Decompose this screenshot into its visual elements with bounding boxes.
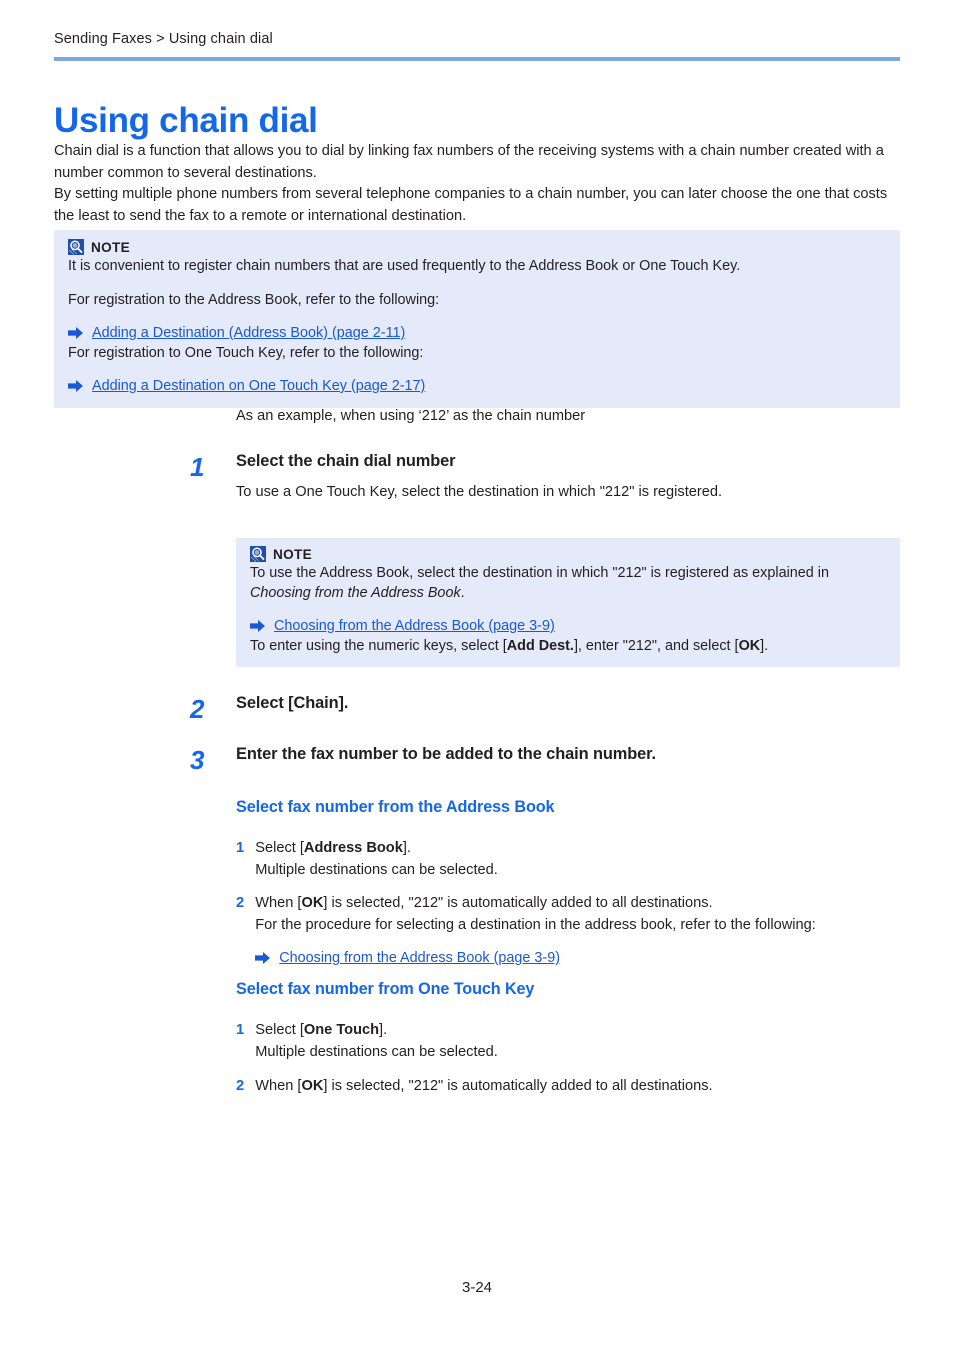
- ui-key-address-book: Address Book: [303, 840, 403, 856]
- step-1-number: 1: [190, 452, 205, 482]
- substep-one-touch-2: 2 When [OK] is selected, "212" is automa…: [236, 1076, 906, 1098]
- substep-one-touch-1: 1 Select [One Touch]. Multiple destinatio…: [236, 1020, 906, 1063]
- note2-key-ok: OK: [738, 638, 761, 654]
- substep-number: 2: [236, 1078, 245, 1094]
- xref-row-address-book[interactable]: Adding a Destination (Address Book) (pag…: [68, 323, 886, 343]
- page-number: 3-24: [461, 1279, 493, 1296]
- header-divider: [54, 57, 900, 61]
- note2-text-1-italic: Choosing from the Address Book: [250, 585, 461, 601]
- note-header: NOTE: [68, 239, 886, 255]
- step-1: 1 Select the chain dial number To use a …: [190, 452, 906, 503]
- xref-row-one-touch-key[interactable]: Adding a Destination on One Touch Key (p…: [68, 376, 886, 396]
- intro-line-1: Chain dial is a function that allows you…: [54, 143, 884, 181]
- note2-key-add-dest: Add Dest.: [506, 638, 574, 654]
- note2-text-2a: To enter using the numeric keys, select …: [250, 638, 507, 654]
- step-3: 3 Enter the fax number to be added to th…: [190, 745, 906, 775]
- note2-text-2: To enter using the numeric keys, select …: [250, 636, 886, 656]
- note-label: NOTE: [273, 546, 312, 562]
- substep-text-line2: Multiple destinations can be selected.: [255, 1043, 498, 1060]
- intro-paragraph: Chain dial is a function that allows you…: [54, 141, 906, 227]
- xref-link-choosing-address-book[interactable]: Choosing from the Address Book (page 3-9…: [274, 616, 555, 636]
- arrow-right-icon: [68, 327, 83, 339]
- breadcrumb: Sending Faxes > Using chain dial: [54, 31, 273, 47]
- substep-number: 1: [236, 840, 245, 856]
- step-1-title: Select the chain dial number: [236, 452, 456, 470]
- substep-number: 2: [236, 895, 245, 911]
- note2-text-2b: ], enter "212", and select [: [573, 638, 739, 654]
- substep-text-a: When [: [255, 1078, 302, 1094]
- arrow-right-icon: [250, 620, 265, 632]
- note-text-2: For registration to the Address Book, re…: [68, 292, 440, 308]
- substep-text-a: When [: [255, 895, 302, 911]
- step-2: 2 Select [Chain].: [190, 694, 906, 724]
- substep-text: When [OK] is selected, "212" is automati…: [255, 1076, 712, 1098]
- step-2-number: 2: [190, 694, 205, 724]
- substep-text-b: ] is selected, "212" is automatically ad…: [323, 895, 713, 911]
- substep-text-b: ] is selected, "212" is automatically ad…: [323, 1078, 713, 1094]
- note2-text-1b: .: [460, 585, 465, 601]
- intro-line-2: By setting multiple phone numbers from s…: [54, 186, 888, 224]
- subheading-one-touch-key: Select fax number from One Touch Key: [236, 980, 535, 998]
- note-label: NOTE: [91, 239, 130, 255]
- step-3-number: 3: [190, 745, 205, 775]
- arrow-right-icon: [68, 380, 83, 392]
- ui-key-ok: OK: [301, 895, 324, 911]
- note-text-1: It is convenient to register chain numbe…: [68, 258, 741, 274]
- subheading-address-book: Select fax number from the Address Book: [236, 798, 555, 816]
- substep-address-book-1: 1 Select [Address Book]. Multiple destina…: [236, 838, 906, 881]
- page-title: Using chain dial: [54, 101, 318, 141]
- substep-text: Select [One Touch]. Multiple destinations…: [255, 1020, 498, 1063]
- ui-key-ok: OK: [301, 1078, 324, 1094]
- xref-row-choosing-address-book-2[interactable]: Choosing from the Address Book (page 3-9…: [255, 948, 816, 968]
- note-magnifier-icon: [68, 239, 84, 255]
- note-text-3: For registration to One Touch Key, refer…: [68, 345, 424, 361]
- substep-text-line2: For the procedure for selecting a destin…: [255, 916, 816, 933]
- example-text: As an example, when using ‘212’ as the c…: [236, 408, 586, 424]
- arrow-right-icon: [255, 952, 271, 964]
- note-magnifier-icon: [250, 546, 266, 562]
- xref-link-choosing-address-book-2[interactable]: Choosing from the Address Book (page 3-9…: [279, 948, 560, 968]
- note-header: NOTE: [250, 546, 886, 562]
- substep-text-b: ].: [379, 1022, 388, 1038]
- substep-text: When [OK] is selected, "212" is automati…: [255, 893, 816, 968]
- step-1-description: To use a One Touch Key, select the desti…: [236, 484, 723, 500]
- step-2-title: Select [Chain].: [236, 694, 349, 712]
- note-box-secondary: NOTE To use the Address Book, select the…: [236, 538, 900, 667]
- note-box-primary: NOTE It is convenient to register chain …: [54, 230, 900, 408]
- xref-row-choosing-address-book[interactable]: Choosing from the Address Book (page 3-9…: [250, 616, 886, 636]
- step-1-body: Select the chain dial number To use a On…: [236, 452, 906, 503]
- step-3-title: Enter the fax number to be added to the …: [236, 745, 657, 763]
- step-3-body: Enter the fax number to be added to the …: [236, 745, 906, 764]
- step-2-body: Select [Chain].: [236, 694, 906, 713]
- xref-link-one-touch-key[interactable]: Adding a Destination on One Touch Key (p…: [92, 376, 425, 396]
- note2-text-1a: To use the Address Book, select the dest…: [250, 565, 829, 581]
- substep-text: Select [Address Book]. Multiple destinati…: [255, 838, 498, 881]
- note2-text-1: To use the Address Book, select the dest…: [250, 563, 886, 603]
- substep-text-a: Select [: [255, 840, 304, 856]
- note2-text-2c: ].: [760, 638, 769, 654]
- xref-link-address-book[interactable]: Adding a Destination (Address Book) (pag…: [92, 323, 405, 343]
- document-page: Sending Faxes > Using chain dial Using c…: [0, 0, 954, 1350]
- ui-key-one-touch: One Touch: [303, 1022, 380, 1038]
- substep-text-a: Select [: [255, 1022, 304, 1038]
- substep-address-book-2: 2 When [OK] is selected, "212" is automa…: [236, 893, 906, 968]
- substep-text-b: ].: [402, 840, 411, 856]
- substep-text-line2: Multiple destinations can be selected.: [255, 861, 498, 878]
- substep-number: 1: [236, 1022, 245, 1038]
